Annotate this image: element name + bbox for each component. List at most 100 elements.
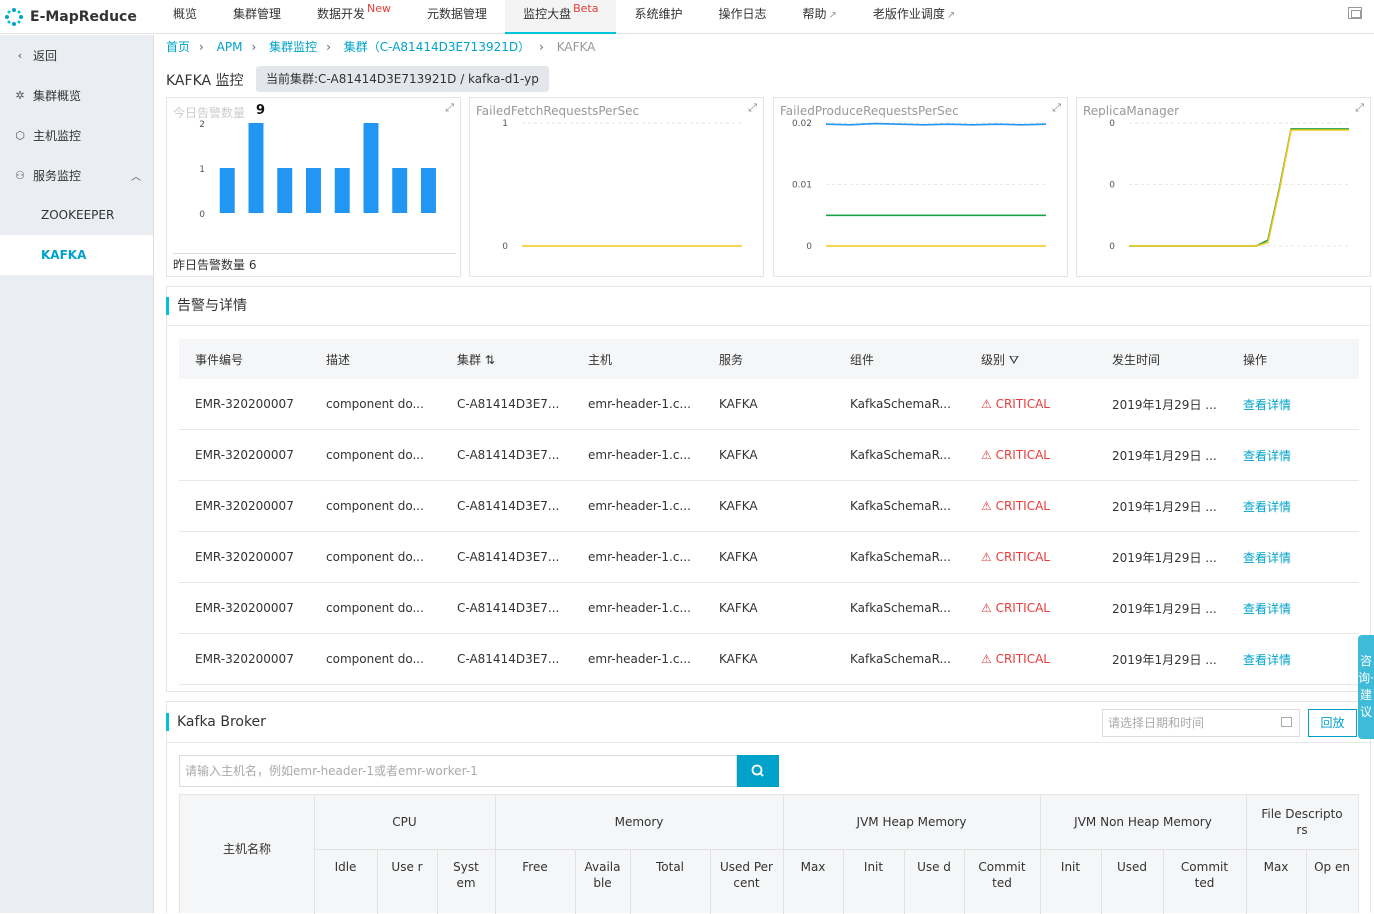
bar	[334, 168, 350, 213]
host-search-input[interactable]: 请输入主机名，例如emr-header-1或者emr-worker-1	[179, 755, 737, 787]
severity-cell: ⚠ CRITICAL	[965, 448, 1096, 462]
sidebar-item-cluster-overview[interactable]: ✲ 集群概览	[0, 75, 153, 115]
col-header: 发生时间	[1112, 352, 1161, 367]
alerts-section-title: 告警与详情	[166, 297, 247, 315]
nav-legacy-scheduler[interactable]: 老版作业调度 ↗	[855, 0, 973, 34]
nav-system-maintenance[interactable]: 系统维护	[616, 0, 700, 34]
host-icon: ⬡	[15, 128, 25, 142]
nav-help[interactable]: 帮助 ↗	[784, 0, 854, 34]
replica-manager-card: ReplicaManager ⤢ 000	[1076, 97, 1371, 277]
warning-icon: ⚠	[981, 550, 996, 564]
table-row: EMR-320200007 component do... C-A81414D3E7…	[179, 532, 1359, 583]
expand-icon[interactable]: ⤢	[1355, 101, 1364, 115]
table-cell: EMR-320200007	[195, 601, 294, 615]
sidebar-subitem-kafka[interactable]: KAFKA	[0, 235, 153, 275]
sidebar-back[interactable]: ‹ 返回	[0, 35, 153, 75]
severity-cell: ⚠ CRITICAL	[965, 601, 1096, 615]
table-row: EMR-320200007 component do... C-A81414D3E7…	[179, 634, 1359, 685]
divider	[575, 849, 576, 914]
restore-window-icon[interactable]	[1348, 7, 1362, 19]
sort-icon[interactable]: ⇅	[485, 353, 495, 367]
feedback-tab[interactable]: 咨询·建议	[1358, 635, 1374, 739]
breadcrumb-current: KAFKA	[556, 40, 596, 54]
table-cell: component do...	[326, 550, 424, 564]
divider	[314, 849, 1358, 850]
breadcrumb-apm[interactable]: APM	[217, 40, 243, 54]
replay-button[interactable]: 回放	[1308, 709, 1357, 737]
table-cell: EMR-320200007	[195, 397, 294, 411]
table-cell: C-A81414D3E7...	[457, 652, 560, 666]
sidebar-item-service-monitor[interactable]: ⚇ 服务监控 ︿	[0, 155, 153, 195]
table-cell: 2019年1月29日 ...	[1112, 550, 1217, 565]
col-header-cluster[interactable]: 集群 ⇅	[441, 351, 572, 368]
fetch-line-chart: 01	[502, 119, 742, 252]
series-line	[1129, 129, 1349, 247]
nav-monitor-dashboard[interactable]: 监控大盘 Beta	[505, 0, 617, 34]
col-header: 服务	[719, 352, 744, 367]
logo[interactable]: E-MapReduce	[4, 7, 137, 27]
breadcrumb-home[interactable]: 首页	[166, 40, 190, 54]
view-details-link[interactable]: 查看详情	[1227, 549, 1358, 566]
chevron-left-icon: ‹	[17, 48, 23, 62]
bar	[392, 168, 408, 213]
divider	[710, 849, 711, 914]
search-button[interactable]	[737, 755, 779, 787]
table-cell: C-A81414D3E7...	[457, 397, 560, 411]
breadcrumb-separator: ›	[251, 40, 257, 54]
severity-label: CRITICAL	[995, 652, 1050, 666]
breadcrumb-cluster-monitor[interactable]: 集群监控	[269, 40, 317, 54]
table-row: EMR-320200007 component do... C-A81414D3E7…	[179, 430, 1359, 481]
expand-icon[interactable]: ⤢	[445, 101, 454, 115]
sidebar-item-host-monitor[interactable]: ⬡ 主机监控	[0, 115, 153, 155]
calendar-icon	[1281, 717, 1292, 727]
nav-label: 帮助	[802, 7, 827, 21]
subcol-header: Init	[1060, 860, 1081, 874]
nav-operation-log[interactable]: 操作日志	[700, 0, 784, 34]
col-header-level[interactable]: 级别 ⛛	[965, 351, 1096, 368]
table-cell: C-A81414D3E7...	[457, 448, 560, 462]
nav-data-dev[interactable]: 数据开发 New	[299, 0, 409, 34]
divider	[377, 849, 378, 914]
cluster-icon: ✲	[15, 88, 25, 102]
view-details-link[interactable]: 查看详情	[1227, 447, 1358, 464]
view-details-link[interactable]: 查看详情	[1227, 651, 1358, 668]
view-details-link[interactable]: 查看详情	[1227, 498, 1358, 515]
y-tick-label: 0	[1109, 181, 1115, 191]
view-details-link[interactable]: 查看详情	[1227, 396, 1358, 413]
filter-icon[interactable]: ⛛	[1009, 353, 1019, 367]
sidebar-subitem-zookeeper[interactable]: ZOOKEEPER	[0, 195, 153, 235]
table-row: EMR-320200007 component do... C-A81414D3E7…	[179, 583, 1359, 634]
y-tick-label: 0.02	[792, 119, 812, 129]
new-badge: New	[367, 2, 392, 15]
warning-icon: ⚠	[981, 448, 996, 462]
breadcrumb-cluster[interactable]: 集群（C-A81414D3E713921D）	[344, 40, 530, 54]
expand-icon[interactable]: ⤢	[1052, 101, 1061, 115]
table-cell: KAFKA	[719, 550, 758, 564]
subcol-header: Max	[800, 860, 826, 874]
page-title: KAFKA 监控	[166, 73, 244, 89]
divider	[495, 795, 496, 914]
table-cell: EMR-320200007	[195, 550, 294, 564]
table-cell: KAFKA	[719, 601, 758, 615]
table-cell: component do...	[326, 448, 424, 462]
table-cell: emr-header-1.c...	[588, 652, 691, 666]
table-cell: component do...	[326, 652, 424, 666]
table-cell: KafkaSchemaR...	[850, 550, 951, 564]
nav-overview[interactable]: 概览	[155, 0, 215, 34]
breadcrumb-separator: ›	[199, 40, 204, 54]
breadcrumb: 首页 › APM › 集群监控 › 集群（C-A81414D3E713921D） › K…	[166, 38, 595, 55]
divider	[167, 325, 1370, 326]
subcol-header: Commit ted	[1180, 860, 1229, 890]
view-details-link[interactable]: 查看详情	[1227, 600, 1358, 617]
divider	[1040, 795, 1041, 914]
datetime-picker[interactable]: 请选择日期和时间	[1102, 709, 1300, 737]
y-tick-label: 0.01	[792, 181, 812, 191]
severity-label: CRITICAL	[995, 550, 1050, 564]
expand-icon[interactable]: ⤢	[748, 101, 757, 115]
table-cell: component do...	[326, 601, 424, 615]
nav-metadata[interactable]: 元数据管理	[409, 0, 505, 34]
divider	[1163, 849, 1164, 914]
nav-cluster-manage[interactable]: 集群管理	[215, 0, 299, 34]
produce-requests-card: FailedProduceRequestsPerSec ⤢ 0 0.01 0.02	[773, 97, 1068, 277]
subcol-header: Use d	[917, 860, 951, 874]
